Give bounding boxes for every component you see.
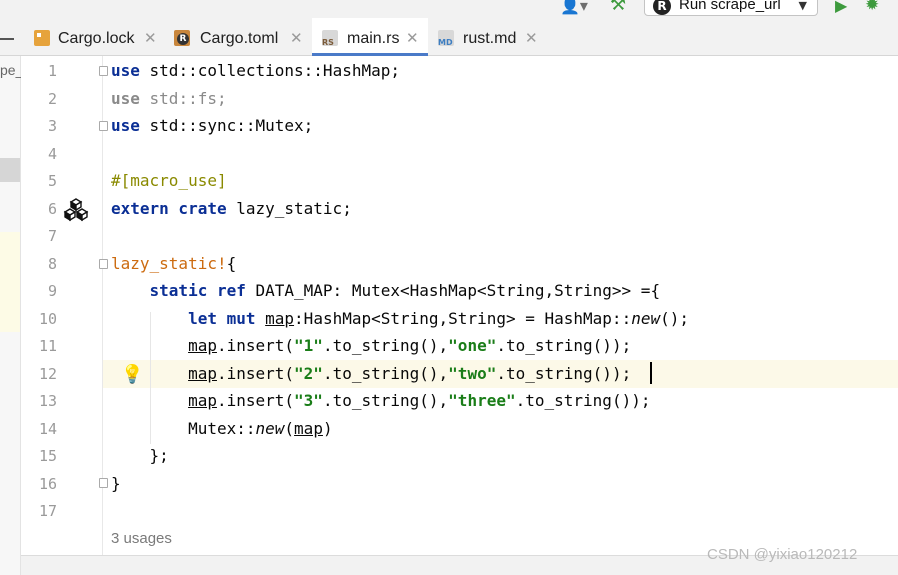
- debug-icon[interactable]: ✹: [865, 0, 879, 15]
- line-number: 13: [38, 392, 57, 410]
- project-tree-highlight: [0, 232, 20, 332]
- fold-marker-icon[interactable]: [99, 259, 108, 269]
- code-line-2[interactable]: use std::fs;: [111, 88, 227, 110]
- tab-list-menu-icon[interactable]: [0, 38, 14, 43]
- code-line-8[interactable]: lazy_static!{: [111, 253, 236, 275]
- dropdown-arrow-icon: ▼: [798, 0, 807, 12]
- code-line-11[interactable]: map.insert("1".to_string(),"one".to_stri…: [111, 335, 631, 357]
- top-toolbar: 👤▾ ⚒ R Run scrape_url ▼ ▶ ✹: [0, 0, 898, 18]
- line-number: 10: [38, 310, 57, 328]
- user-icon[interactable]: 👤▾: [560, 0, 588, 15]
- line-number: 3: [47, 117, 57, 135]
- tab-label: Cargo.toml: [200, 30, 279, 47]
- editor-gutter[interactable]: 1 2 3 4 5 6 7 8 9 10 11 12 13 14 15 16 1…: [21, 56, 103, 555]
- line-number: 15: [38, 447, 57, 465]
- code-line-13[interactable]: map.insert("3".to_string(),"three".to_st…: [111, 390, 650, 412]
- text-caret: [650, 362, 652, 384]
- rust-logo-icon: R: [653, 0, 671, 15]
- markdown-file-icon: MD: [438, 30, 454, 47]
- tab-label: Cargo.lock: [58, 30, 135, 47]
- code-line-16[interactable]: }: [111, 473, 121, 495]
- intention-bulb-icon[interactable]: 💡: [121, 364, 143, 385]
- code-line-9[interactable]: static ref DATA_MAP: Mutex<HashMap<Strin…: [111, 280, 661, 302]
- line-number: 4: [47, 145, 57, 163]
- project-tree-selected-row[interactable]: [0, 158, 20, 182]
- run-configuration-selector[interactable]: R Run scrape_url ▼: [644, 0, 818, 16]
- code-line-10[interactable]: let mut map:HashMap<String,String> = Has…: [111, 308, 689, 330]
- project-panel[interactable]: pe_: [0, 56, 24, 575]
- line-number: 7: [47, 227, 57, 245]
- tab-cargo-toml[interactable]: R Cargo.toml ✕: [164, 18, 308, 55]
- tab-label: rust.md: [463, 30, 517, 47]
- line-number: 9: [47, 282, 57, 300]
- crate-icon[interactable]: [63, 197, 89, 223]
- usages-inlay-hint[interactable]: 3 usages: [111, 530, 172, 547]
- line-number: 17: [38, 502, 57, 520]
- line-number: 1: [47, 62, 57, 80]
- tab-main-rs[interactable]: RS main.rs ✕: [312, 18, 428, 56]
- cargo-toml-file-icon: R: [174, 30, 190, 46]
- tab-label: main.rs: [347, 30, 400, 47]
- code-line-3[interactable]: use std::sync::Mutex;: [111, 115, 313, 137]
- run-icon[interactable]: ▶: [835, 0, 847, 15]
- fold-marker-icon[interactable]: [99, 478, 108, 488]
- editor-tab-bar: Cargo.lock ✕ R Cargo.toml ✕ RS main.rs ✕…: [0, 18, 898, 56]
- code-line-14[interactable]: Mutex::new(map): [111, 418, 333, 440]
- line-number: 14: [38, 420, 57, 438]
- cargo-lock-file-icon: [34, 30, 50, 46]
- line-number: 5: [47, 172, 57, 190]
- code-line-5[interactable]: #[macro_use]: [111, 170, 227, 192]
- rust-file-icon: RS: [322, 30, 338, 47]
- line-number: 12: [38, 365, 57, 383]
- close-icon[interactable]: ✕: [525, 29, 538, 47]
- close-icon[interactable]: ✕: [144, 29, 157, 47]
- tab-cargo-lock[interactable]: Cargo.lock ✕: [24, 18, 160, 55]
- watermark: CSDN @yixiao120212: [707, 546, 858, 563]
- code-line-6[interactable]: extern crate lazy_static;: [111, 198, 352, 220]
- project-tree-item-label: pe_: [0, 62, 24, 78]
- line-number: 11: [38, 337, 57, 355]
- line-number: 8: [47, 255, 57, 273]
- build-hammer-icon[interactable]: ⚒: [610, 0, 626, 15]
- code-line-12[interactable]: map.insert("2".to_string(),"two".to_stri…: [111, 363, 631, 385]
- fold-marker-icon[interactable]: [99, 66, 108, 76]
- tab-rust-md[interactable]: MD rust.md ✕: [428, 18, 548, 55]
- close-icon[interactable]: ✕: [406, 29, 419, 47]
- fold-marker-icon[interactable]: [99, 121, 108, 131]
- code-line-1[interactable]: use std::collections::HashMap;: [111, 60, 400, 82]
- close-icon[interactable]: ✕: [290, 29, 303, 47]
- line-number: 16: [38, 475, 57, 493]
- run-configuration-label: Run scrape_url: [679, 0, 781, 13]
- line-number: 2: [47, 90, 57, 108]
- code-line-15[interactable]: };: [111, 445, 169, 467]
- line-number: 6: [47, 200, 57, 218]
